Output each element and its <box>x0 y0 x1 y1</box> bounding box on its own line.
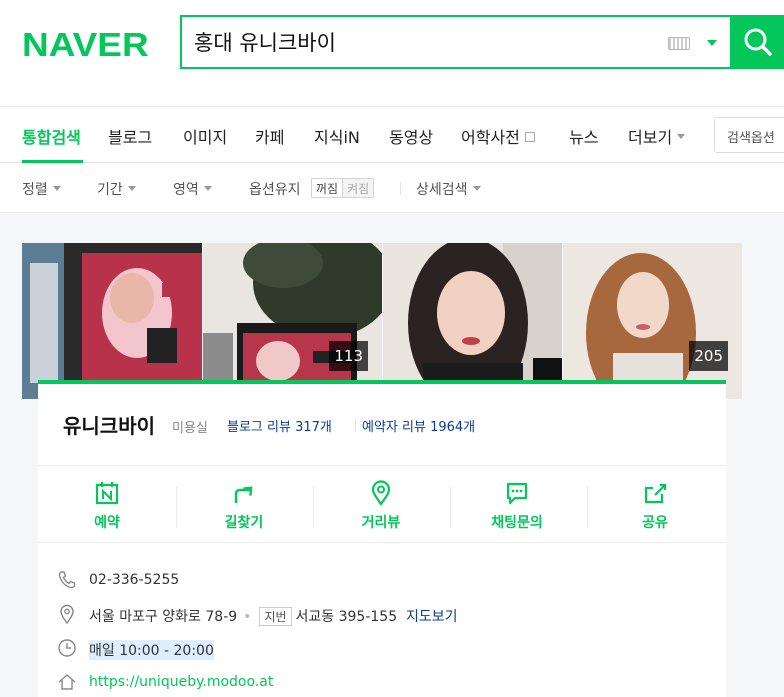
directions-label: 길찾기 <box>224 515 264 531</box>
toggle-off-option[interactable]: 꺼짐 <box>312 179 343 197</box>
naver-logo[interactable]: NAVER <box>22 26 149 64</box>
header: NAVER <box>0 0 784 105</box>
place-category: 미용실 <box>172 421 208 436</box>
tab-dictionary-label: 어학사전 <box>461 128 520 147</box>
search-button[interactable] <box>730 15 784 69</box>
tab-blog[interactable]: 블로그 <box>108 124 152 148</box>
divider <box>587 486 588 528</box>
tab-integrated[interactable]: 통합검색 <box>22 124 81 148</box>
filter-sort[interactable]: 정렬 <box>22 179 61 199</box>
salon-exterior-photo <box>22 243 202 399</box>
salon-sign-photo <box>203 243 382 399</box>
divider <box>400 182 401 195</box>
jibun-badge: 지번 <box>259 607 292 626</box>
streetview-button[interactable]: 거리뷰 <box>326 480 436 532</box>
map-view-link[interactable]: 지도보기 <box>406 609 458 625</box>
photo-thumbnail[interactable]: 113 <box>203 243 382 399</box>
phone-number[interactable]: 02-336-5255 <box>89 572 179 588</box>
road-address: 서울 마포구 양화로 78-9 <box>89 609 238 625</box>
divider <box>355 419 356 431</box>
search-input[interactable] <box>194 27 654 57</box>
tab-more[interactable]: 더보기 <box>628 124 686 148</box>
filter-detail-label: 상세검색 <box>416 182 468 198</box>
photo-count-badge: 113 <box>329 341 368 371</box>
search-icon <box>744 28 772 56</box>
keep-options-toggle[interactable]: 꺼짐 켜짐 <box>311 178 375 198</box>
chevron-down-icon <box>127 185 136 191</box>
chat-inquiry-label: 채팅문의 <box>491 515 543 531</box>
location-pin-icon <box>60 604 74 625</box>
keep-options-label: 옵션유지 <box>249 182 301 198</box>
dot-separator: • <box>243 609 252 625</box>
tab-video[interactable]: 동영상 <box>389 124 433 148</box>
tab-images[interactable]: 이미지 <box>183 124 227 148</box>
divider <box>176 486 177 528</box>
search-options-button[interactable]: 검색옵션 <box>714 117 784 153</box>
streetview-label: 거리뷰 <box>361 515 401 531</box>
tab-more-label: 더보기 <box>628 128 673 147</box>
chevron-down-icon <box>677 134 686 139</box>
autocomplete-toggle-icon[interactable] <box>707 40 717 46</box>
filter-area-label: 영역 <box>173 182 199 198</box>
jibun-address: 서교동 395-155 <box>295 609 398 625</box>
tab-news[interactable]: 뉴스 <box>569 124 598 148</box>
blog-review-link[interactable]: 블로그 리뷰 317개 <box>227 416 332 435</box>
photo-count-badge: 205 <box>689 341 728 371</box>
website-link[interactable]: https://uniqueby.modoo.at <box>89 674 273 690</box>
reserve-label: 예약 <box>94 515 120 531</box>
filter-detail-search[interactable]: 상세검색 <box>416 179 481 199</box>
search-box[interactable] <box>180 15 732 69</box>
chevron-down-icon <box>472 185 481 191</box>
photo-thumbnail[interactable]: 205 <box>563 243 742 399</box>
chevron-down-icon <box>52 185 61 191</box>
address-text: 서울 마포구 양화로 78-9 • 지번 서교동 395-155 지도보기 <box>89 606 458 626</box>
filter-bar: 정렬 기간 영역 옵션유지 꺼짐 켜짐 상세검색 <box>0 163 784 213</box>
photo-thumbnail[interactable] <box>383 243 562 399</box>
share-icon <box>644 483 667 504</box>
share-button[interactable]: 공유 <box>600 480 710 532</box>
booking-review-link[interactable]: 예약자 리뷰 1964개 <box>362 416 475 435</box>
keyboard-icon[interactable] <box>668 37 690 50</box>
chat-icon <box>506 482 528 505</box>
tab-cafe[interactable]: 카페 <box>255 124 284 148</box>
place-card: 유니크바이 미용실 블로그 리뷰 317개 예약자 리뷰 1964개 예약 길찾… <box>38 380 726 697</box>
calendar-icon <box>95 482 119 505</box>
external-window-icon <box>524 131 535 142</box>
business-hours: 매일 10:00 - 20:00 <box>89 640 214 660</box>
streetview-pin-icon <box>371 480 391 506</box>
woman-hair-photo <box>563 243 742 399</box>
share-label: 공유 <box>642 515 668 531</box>
chat-inquiry-button[interactable]: 채팅문의 <box>462 480 572 532</box>
filter-period[interactable]: 기간 <box>97 179 136 199</box>
directions-button[interactable]: 길찾기 <box>189 480 299 532</box>
tab-dictionary[interactable]: 어학사전 <box>461 124 535 148</box>
filter-period-label: 기간 <box>97 182 123 198</box>
woman-portrait-photo <box>383 243 562 399</box>
reserve-button[interactable]: 예약 <box>52 480 162 532</box>
chevron-down-icon <box>203 185 212 191</box>
clock-icon <box>58 639 76 657</box>
place-name[interactable]: 유니크바이 <box>63 410 155 439</box>
search-tabs: 통합검색 블로그 이미지 카페 지식iN 동영상 어학사전 뉴스 더보기 검색옵… <box>0 106 784 163</box>
photo-thumbnail[interactable] <box>22 243 202 399</box>
divider <box>450 486 451 528</box>
home-icon <box>58 674 76 690</box>
toggle-on-option[interactable]: 켜짐 <box>342 179 374 197</box>
filter-area[interactable]: 영역 <box>173 179 212 199</box>
tab-kin[interactable]: 지식iN <box>314 124 360 148</box>
filter-sort-label: 정렬 <box>22 182 48 198</box>
directions-icon <box>234 486 253 503</box>
phone-icon <box>58 571 76 589</box>
action-bar: 예약 길찾기 거리뷰 채팅문의 공유 <box>38 465 726 543</box>
divider <box>313 486 314 528</box>
